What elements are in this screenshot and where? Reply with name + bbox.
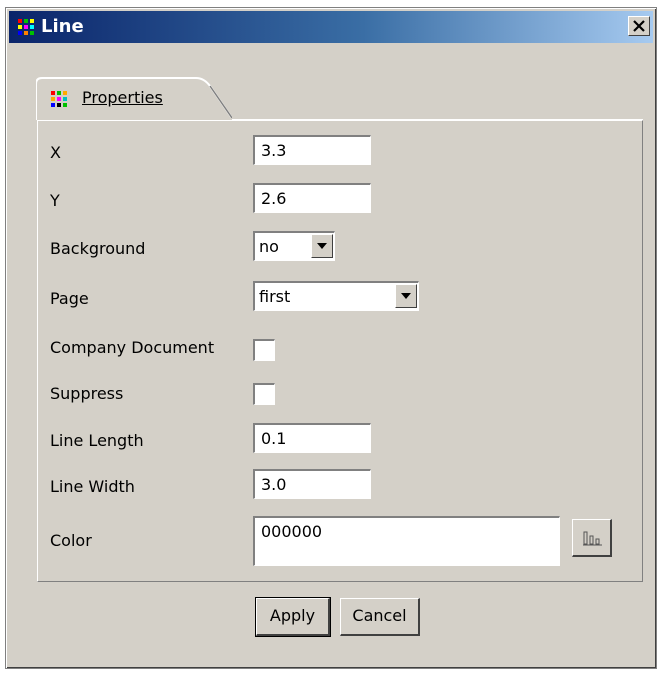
tab-properties[interactable]: Properties xyxy=(36,76,232,120)
color-label: Color xyxy=(50,531,92,550)
cancel-button[interactable]: Cancel xyxy=(340,598,420,636)
grid-icon xyxy=(18,19,34,35)
close-icon xyxy=(633,20,645,32)
company-document-label: Company Document xyxy=(50,338,215,357)
line-width-label: Line Width xyxy=(50,477,135,496)
background-dropdown-button[interactable] xyxy=(311,234,333,258)
properties-panel: X 3.3 Y 2.6 Background no Page first Com… xyxy=(37,120,643,582)
suppress-label: Suppress xyxy=(50,384,124,403)
line-length-field[interactable]: 0.1 xyxy=(253,423,371,453)
y-label: Y xyxy=(50,191,60,210)
chevron-down-icon xyxy=(317,243,327,249)
color-field[interactable]: 000000 xyxy=(253,516,560,566)
window-title: Line xyxy=(41,16,84,37)
grid-icon xyxy=(51,91,67,107)
line-length-label: Line Length xyxy=(50,431,144,450)
color-picker-icon xyxy=(583,531,602,546)
background-select[interactable]: no xyxy=(253,231,335,261)
background-label: Background xyxy=(50,239,146,258)
title-bar[interactable]: Line xyxy=(9,11,653,43)
tab-label: Properties xyxy=(82,88,163,107)
x-label: X xyxy=(50,143,61,162)
suppress-checkbox[interactable] xyxy=(253,383,275,405)
dialog-window: Line Properties X 3.3 Y 2.6 Background n… xyxy=(5,7,657,669)
chevron-down-icon xyxy=(401,293,411,299)
color-picker-button[interactable] xyxy=(572,519,612,557)
line-width-field[interactable]: 3.0 xyxy=(253,469,371,499)
y-field[interactable]: 2.6 xyxy=(253,183,371,213)
background-value: no xyxy=(259,237,279,256)
page-select[interactable]: first xyxy=(253,281,419,311)
apply-button[interactable]: Apply xyxy=(255,597,331,637)
close-button[interactable] xyxy=(628,16,650,36)
page-value: first xyxy=(259,287,291,306)
company-document-checkbox[interactable] xyxy=(253,339,275,361)
page-label: Page xyxy=(50,289,89,308)
x-field[interactable]: 3.3 xyxy=(253,135,371,165)
page-dropdown-button[interactable] xyxy=(395,284,417,308)
